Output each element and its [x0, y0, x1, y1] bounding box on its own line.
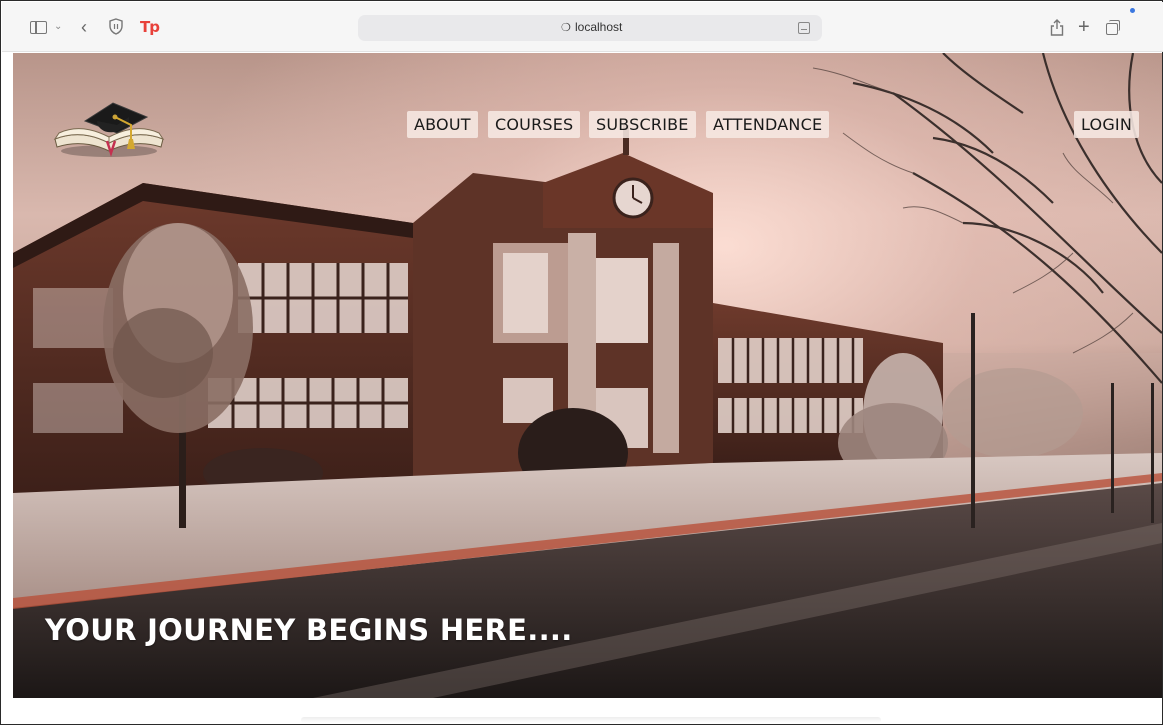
nav-courses[interactable]: COURSES [488, 111, 581, 138]
browser-toolbar: ⌄ ‹ Tp ❍ localhost + [2, 2, 1163, 52]
address-bar[interactable]: ❍ localhost [358, 15, 822, 41]
back-icon[interactable]: ‹ [81, 18, 87, 36]
reader-icon[interactable] [798, 22, 810, 34]
content-section-edge [301, 717, 881, 723]
nav-subscribe[interactable]: SUBSCRIBE [589, 111, 696, 138]
notification-dot [1130, 8, 1135, 13]
login-button[interactable]: LOGIN [1074, 111, 1140, 138]
plus-icon[interactable]: + [1078, 17, 1090, 37]
graduation-cap-book-icon[interactable] [51, 81, 167, 161]
shield-icon[interactable] [108, 18, 124, 35]
nav-about[interactable]: ABOUT [407, 111, 478, 138]
share-icon[interactable] [1050, 18, 1064, 36]
hero-school-image [13, 53, 1162, 698]
sidebar-icon[interactable] [30, 21, 47, 34]
address-text: localhost [575, 20, 623, 34]
hero-section: ABOUT COURSES SUBSCRIBE ATTENDANCE LOGIN… [13, 53, 1162, 698]
browser-window: ⌄ ‹ Tp ❍ localhost + ABOUT COURSES SUBSC… [0, 0, 1163, 725]
nav-attendance[interactable]: ATTENDANCE [706, 111, 830, 138]
chevron-down-icon[interactable]: ⌄ [54, 19, 62, 35]
tabs-icon[interactable] [1106, 20, 1120, 35]
hero-headline: YOUR JOURNEY BEGINS HERE.... [45, 613, 573, 647]
site-icon: ❍ [561, 22, 571, 34]
tp-extension-icon[interactable]: Tp [140, 19, 160, 35]
